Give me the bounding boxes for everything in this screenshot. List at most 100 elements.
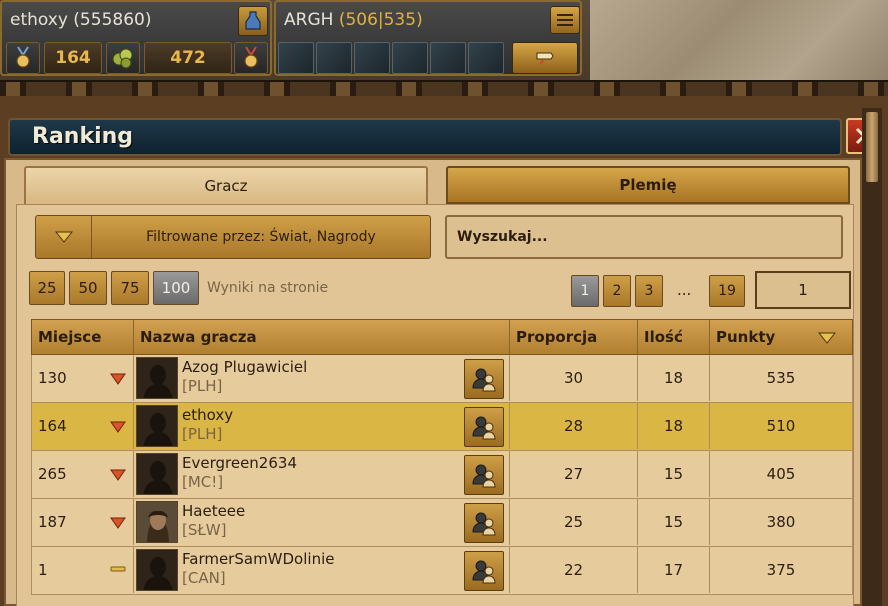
- rank-same-icon: [110, 566, 126, 572]
- player-name-link[interactable]: FarmerSamWDolinie: [182, 550, 334, 568]
- chevron-down-icon: [54, 231, 73, 243]
- points-value: 510: [766, 417, 796, 435]
- player-name-link[interactable]: Azog Plugawiciel: [182, 358, 307, 376]
- table-row[interactable]: 265 Evergreen2634 [MC!] 27 15 405: [31, 451, 853, 499]
- rank-value: 265: [38, 465, 67, 483]
- window-title: Ranking: [32, 124, 134, 149]
- rank-value: 130: [38, 369, 67, 387]
- player-name: ethoxy (555860): [10, 10, 152, 30]
- window-title-bar: Ranking: [8, 118, 842, 156]
- header-ratio[interactable]: Proporcja: [510, 320, 638, 354]
- cell-rank: 164: [32, 403, 134, 449]
- player-tribe-tag[interactable]: [PLH]: [182, 425, 222, 443]
- player-tribe-tag[interactable]: [MC!]: [182, 473, 223, 491]
- tab-tribe[interactable]: Plemię: [446, 166, 850, 204]
- sort-desc-icon[interactable]: [818, 332, 836, 344]
- medal-icon-secondary[interactable]: [234, 42, 268, 74]
- tribe-slot[interactable]: [354, 42, 390, 74]
- avatar[interactable]: [136, 405, 178, 447]
- ratio-value: 22: [563, 561, 584, 579]
- stone-backdrop: [590, 0, 888, 90]
- per-page-label: Wyniki na stronie: [207, 280, 329, 296]
- cell-points: 405: [710, 451, 852, 497]
- ratio-value: 30: [563, 369, 584, 387]
- cell-ratio: 30: [510, 355, 638, 401]
- player-profile-button[interactable]: [464, 407, 504, 447]
- table-row[interactable]: 130 Azog Plugawiciel [PLH] 30 18 535: [31, 355, 853, 403]
- player-tribe-tag[interactable]: [SŁW]: [182, 521, 227, 539]
- ratio-value: 27: [563, 465, 584, 483]
- page-number-input[interactable]: [755, 271, 851, 309]
- user-profile-icon: [472, 416, 496, 440]
- search-input[interactable]: [445, 215, 843, 259]
- player-profile-button[interactable]: [238, 6, 268, 36]
- cell-player: Azog Plugawiciel [PLH]: [134, 355, 510, 401]
- cell-ratio: 25: [510, 499, 638, 545]
- points-value: 380: [766, 513, 796, 531]
- count-value: 15: [663, 465, 684, 483]
- page-button-last[interactable]: 19: [709, 275, 745, 307]
- table-row[interactable]: 1 FarmerSamWDolinie [CAN] 22 17 375: [31, 547, 853, 595]
- tribe-action-button[interactable]: [512, 42, 578, 74]
- cell-points: 535: [710, 355, 852, 401]
- cell-count: 18: [638, 355, 710, 401]
- count-value: 17: [663, 561, 684, 579]
- rank-value: 187: [38, 513, 67, 531]
- player-profile-button[interactable]: [464, 359, 504, 399]
- tribe-slot[interactable]: [278, 42, 314, 74]
- avatar[interactable]: [136, 501, 178, 543]
- potion-icon: [245, 11, 261, 30]
- points-value: 535: [766, 369, 796, 387]
- tribe-menu-button[interactable]: [550, 6, 580, 34]
- tab-player[interactable]: Gracz: [24, 166, 428, 204]
- avatar[interactable]: [136, 453, 178, 495]
- page-button-1[interactable]: 1: [571, 275, 599, 307]
- filter-label: Filtrowane przez: Świat, Nagrody: [146, 229, 376, 245]
- header-player-name[interactable]: Nazwa gracza: [134, 320, 510, 354]
- cell-ratio: 27: [510, 451, 638, 497]
- cell-rank: 187: [32, 499, 134, 545]
- cell-player: FarmerSamWDolinie [CAN]: [134, 547, 510, 593]
- player-tribe-tag[interactable]: [PLH]: [182, 377, 222, 395]
- cell-count: 15: [638, 499, 710, 545]
- scrollbar-thumb[interactable]: [866, 112, 878, 182]
- cell-count: 17: [638, 547, 710, 593]
- player-name-link[interactable]: Haeteee: [182, 502, 245, 520]
- menu-icon-bar: [557, 24, 573, 26]
- cell-points: 380: [710, 499, 852, 545]
- tribe-slot[interactable]: [468, 42, 504, 74]
- filter-dropdown[interactable]: Filtrowane przez: Świat, Nagrody: [35, 215, 431, 259]
- player-profile-button[interactable]: [464, 503, 504, 543]
- header-rank[interactable]: Miejsce: [32, 320, 134, 354]
- medal-icon: [6, 42, 40, 74]
- per-page-100[interactable]: 100: [153, 271, 199, 305]
- page-button-3[interactable]: 3: [635, 275, 663, 307]
- resource-2-value: 472: [144, 42, 232, 74]
- player-name-link[interactable]: Evergreen2634: [182, 454, 297, 472]
- player-profile-button[interactable]: [464, 455, 504, 495]
- player-name-link[interactable]: ethoxy: [182, 406, 233, 424]
- header-count[interactable]: Ilość: [638, 320, 710, 354]
- player-tribe-tag[interactable]: [CAN]: [182, 569, 226, 587]
- tribe-slot[interactable]: [316, 42, 352, 74]
- tribe-name-label: ARGH: [284, 10, 334, 30]
- per-page-25[interactable]: 25: [29, 271, 65, 305]
- avatar[interactable]: [136, 357, 178, 399]
- tribe-slot[interactable]: [392, 42, 428, 74]
- coins-icon: [106, 42, 140, 74]
- user-profile-icon: [472, 464, 496, 488]
- per-page-75[interactable]: 75: [111, 271, 149, 305]
- user-profile-icon: [472, 560, 496, 584]
- page-button-2[interactable]: 2: [603, 275, 631, 307]
- cell-points: 375: [710, 547, 852, 593]
- scrollbar[interactable]: [862, 108, 882, 606]
- table-row[interactable]: 187 Haeteee [SŁW] 25 15 380: [31, 499, 853, 547]
- avatar[interactable]: [136, 549, 178, 591]
- table-row[interactable]: 164 ethoxy [PLH] 28 18 510: [31, 403, 853, 451]
- rank-down-icon: [110, 469, 126, 481]
- player-profile-button[interactable]: [464, 551, 504, 591]
- per-page-50[interactable]: 50: [69, 271, 107, 305]
- ranking-frame: Gracz Plemię Filtrowane przez: Świat, Na…: [4, 158, 862, 606]
- tribe-slot[interactable]: [430, 42, 466, 74]
- cell-rank: 130: [32, 355, 134, 401]
